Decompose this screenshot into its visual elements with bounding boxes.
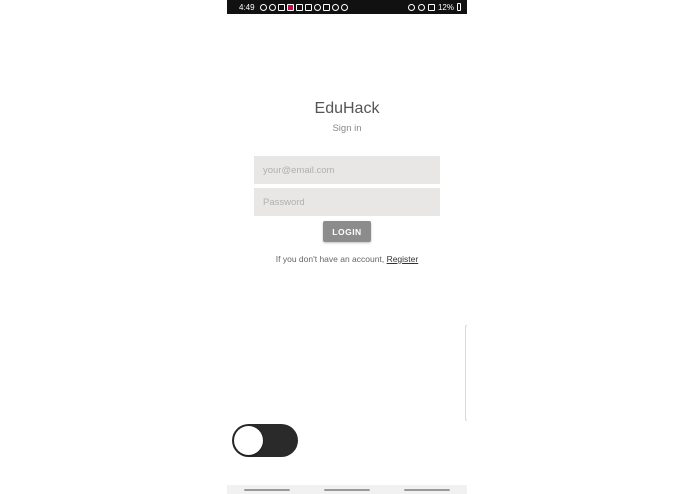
toggle-switch[interactable] — [232, 424, 298, 457]
notification-icons — [259, 3, 348, 11]
nav-home-button[interactable] — [324, 488, 370, 491]
twitter-icon — [295, 3, 303, 11]
send-icon — [340, 3, 348, 11]
nav-back-button[interactable] — [404, 488, 450, 491]
status-bar: 4:49 12% — [227, 0, 467, 14]
app-notification-icon — [286, 3, 294, 11]
login-button[interactable]: LOGIN — [323, 221, 371, 242]
nav-recents-button[interactable] — [244, 488, 290, 491]
register-prompt: If you don't have an account, Register — [227, 254, 467, 264]
password-field[interactable] — [254, 188, 440, 216]
status-time: 4:49 — [239, 2, 255, 12]
page-subtitle: Sign in — [332, 123, 362, 134]
battery-percent: 12% — [437, 2, 454, 12]
notification-icon — [259, 3, 267, 11]
wifi-icon — [331, 3, 339, 11]
image-icon — [322, 3, 330, 11]
register-link[interactable]: Register — [387, 254, 419, 264]
alarm-icon — [407, 3, 415, 11]
signal-icon — [427, 3, 435, 11]
warning-icon — [313, 3, 321, 11]
navigation-bar — [227, 485, 467, 494]
phone-screen: 4:49 12% EduHack Sign in LOGIN If you do… — [227, 0, 467, 494]
notification-icon — [304, 3, 312, 11]
status-right: 12% — [407, 2, 461, 12]
side-panel-handle[interactable] — [465, 325, 467, 421]
vibrate-icon — [417, 3, 425, 11]
register-prompt-text: If you don't have an account, — [275, 254, 385, 264]
notification-icon — [268, 3, 276, 11]
email-field[interactable] — [254, 156, 440, 184]
app-title: EduHack — [314, 100, 380, 117]
notification-icon — [277, 3, 285, 11]
battery-icon — [457, 3, 461, 11]
toggle-knob — [234, 426, 263, 455]
